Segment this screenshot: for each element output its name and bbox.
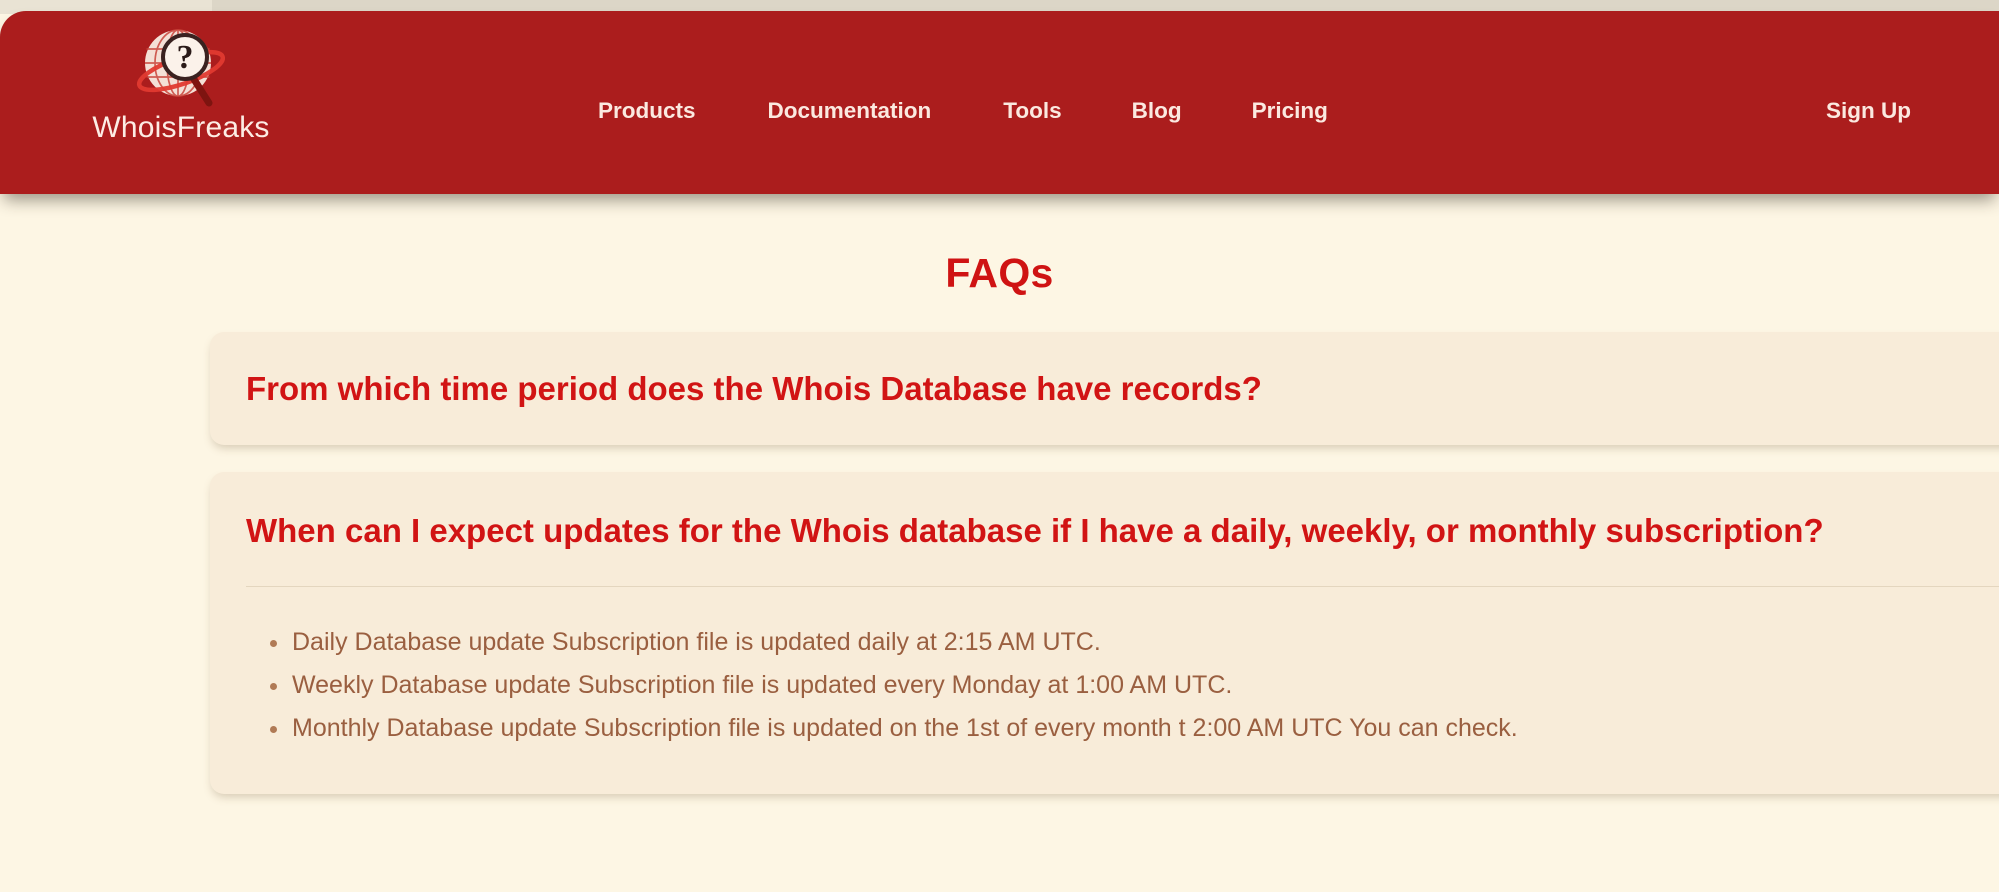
list-item: Daily Database update Subscription file …	[270, 621, 1999, 664]
faq-list: From which time period does the Whois Da…	[210, 332, 1999, 821]
main-navigation: Products Documentation Tools Blog Pricin…	[598, 97, 1328, 125]
faq-item-1[interactable]: From which time period does the Whois Da…	[210, 332, 1999, 445]
brand-logo-link[interactable]: ? WhoisFreaks	[88, 19, 274, 145]
faq-item-2[interactable]: When can I expect updates for the Whois …	[210, 472, 1999, 794]
list-item: Monthly Database update Subscription fil…	[270, 707, 1999, 750]
globe-magnifier-question-icon: ?	[136, 29, 226, 107]
nav-link-documentation[interactable]: Documentation	[768, 97, 932, 125]
nav-link-blog[interactable]: Blog	[1132, 97, 1182, 125]
nav-link-tools[interactable]: Tools	[1003, 97, 1061, 125]
svg-text:?: ?	[177, 39, 194, 76]
list-item: Weekly Database update Subscription file…	[270, 664, 1999, 707]
faq-question-1[interactable]: From which time period does the Whois Da…	[210, 332, 1970, 445]
faq-question-2[interactable]: When can I expect updates for the Whois …	[210, 472, 1942, 586]
faq-answer-bullet-list: Daily Database update Subscription file …	[246, 621, 1999, 750]
faq-answer-2: Daily Database update Subscription file …	[210, 587, 1999, 794]
sign-up-button[interactable]: Sign Up	[1826, 97, 1911, 125]
nav-link-products[interactable]: Products	[598, 97, 696, 125]
nav-link-pricing[interactable]: Pricing	[1252, 97, 1328, 125]
main-content: FAQs From which time period does the Who…	[0, 194, 1999, 892]
brand-name: WhoisFreaks	[92, 111, 270, 144]
site-header: ? WhoisFreaks Products Documentation Too…	[0, 11, 1999, 194]
page-title: FAQs	[945, 250, 1054, 297]
